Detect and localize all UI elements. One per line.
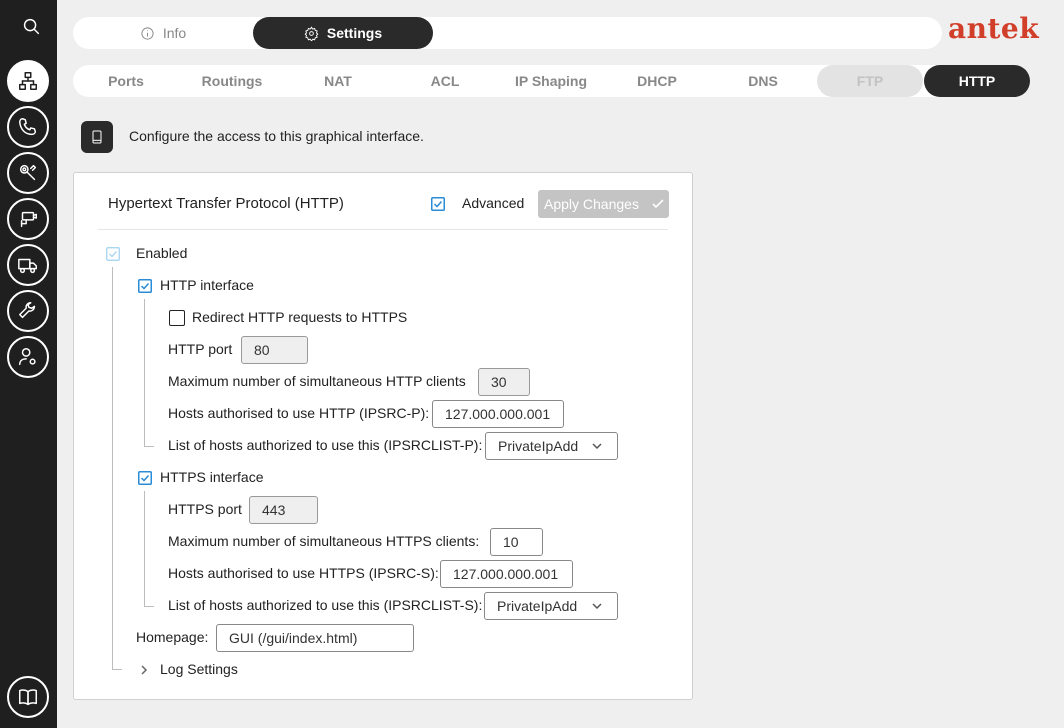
sidebar-item-wrench[interactable]: [7, 290, 49, 332]
tree-line: [144, 446, 154, 447]
subtab-routings[interactable]: Routings: [179, 65, 285, 97]
subtab-http[interactable]: HTTP: [924, 65, 1030, 97]
redirect-https-checkbox[interactable]: [169, 310, 185, 326]
https-interface-label: HTTPS interface: [160, 469, 264, 485]
panel-title: Hypertext Transfer Protocol (HTTP): [108, 195, 344, 212]
subtab-bar: Ports Routings NAT ACL IP Shaping DHCP D…: [73, 65, 1030, 97]
camera-icon: [20, 211, 37, 228]
chevron-down-icon: [592, 603, 602, 610]
enabled-checkbox[interactable]: [106, 247, 120, 261]
book-icon: [19, 689, 37, 706]
http-hosts-list-select[interactable]: PrivateIpAdd: [485, 432, 618, 460]
subtab-dns[interactable]: DNS: [710, 65, 816, 97]
top-nav: Info Settings: [73, 17, 942, 49]
sidebar-item-network[interactable]: [7, 60, 49, 102]
sidebar-item-tools[interactable]: [7, 152, 49, 194]
subtab-acl[interactable]: ACL: [392, 65, 498, 97]
http-hosts-label: Hosts authorised to use HTTP (IPSRC-P):: [168, 405, 430, 421]
sidebar-item-user-settings[interactable]: [7, 336, 49, 378]
tools-icon: [19, 164, 37, 181]
tree-line: [112, 669, 122, 670]
tree-line: [144, 491, 145, 606]
https-max-clients-label: Maximum number of simultaneous HTTPS cli…: [168, 533, 480, 549]
tree-line: [144, 299, 145, 446]
tab-settings[interactable]: Settings: [253, 17, 433, 49]
https-hosts-label: Hosts authorised to use HTTPS (IPSRC-S):: [168, 565, 439, 581]
http-hosts-list-value: PrivateIpAdd: [498, 438, 579, 454]
chevron-right-icon[interactable]: [138, 663, 150, 675]
page-description: Configure the access to this graphical i…: [129, 128, 424, 144]
subtab-ftp[interactable]: FTP: [817, 65, 923, 97]
advanced-label: Advanced: [462, 195, 525, 211]
tree-line: [112, 267, 113, 669]
homepage-label: Homepage:: [136, 629, 209, 645]
http-hosts-list-label: List of hosts authorized to use this (IP…: [168, 437, 483, 453]
document-icon: [92, 130, 102, 144]
user-settings-icon: [19, 348, 36, 366]
http-port-label: HTTP port: [168, 341, 233, 357]
info-icon: [141, 26, 154, 40]
truck-icon: [18, 258, 37, 274]
gear-icon: [304, 25, 319, 41]
checkbox-checked-icon: [106, 247, 120, 261]
subtab-nat[interactable]: NAT: [285, 65, 391, 97]
https-hosts-list-value: PrivateIpAdd: [497, 598, 578, 614]
subtab-ports[interactable]: Ports: [73, 65, 179, 97]
https-hosts-field[interactable]: 127.000.000.001: [440, 560, 573, 588]
phone-icon: [19, 118, 37, 136]
chevron-down-icon: [592, 443, 602, 450]
tab-info-label: Info: [162, 25, 187, 41]
https-hosts-list-select[interactable]: PrivateIpAdd: [484, 592, 618, 620]
check-icon: [652, 199, 664, 209]
brand-logo: antek: [948, 12, 1040, 45]
https-max-clients-field[interactable]: 10: [490, 528, 543, 556]
redirect-https-label: Redirect HTTP requests to HTTPS: [192, 309, 408, 325]
advanced-checkbox[interactable]: [431, 197, 445, 211]
apply-changes-button[interactable]: Apply Changes: [538, 190, 669, 218]
enabled-label: Enabled: [136, 245, 188, 261]
sidebar: [0, 0, 57, 728]
http-max-clients-label: Maximum number of simultaneous HTTP clie…: [168, 373, 466, 389]
https-port-label: HTTPS port: [168, 501, 242, 517]
checkbox-checked-icon: [138, 471, 152, 485]
https-hosts-list-label: List of hosts authorized to use this (IP…: [168, 597, 483, 613]
http-port-field[interactable]: 80: [241, 336, 308, 364]
log-settings-toggle[interactable]: Log Settings: [160, 661, 238, 677]
tab-settings-label: Settings: [326, 25, 383, 41]
http-max-clients-field[interactable]: 30: [478, 368, 530, 396]
http-hosts-field[interactable]: 127.000.000.001: [432, 400, 564, 428]
panel-divider: [98, 229, 668, 230]
tab-info[interactable]: Info: [73, 17, 253, 49]
http-interface-checkbox[interactable]: [138, 279, 152, 293]
https-interface-checkbox[interactable]: [138, 471, 152, 485]
checkbox-checked-icon: [138, 279, 152, 293]
homepage-field[interactable]: GUI (/gui/index.html): [216, 624, 414, 652]
http-interface-label: HTTP interface: [160, 277, 254, 293]
search-button[interactable]: [7, 4, 55, 48]
sidebar-item-docs[interactable]: [7, 676, 49, 718]
sidebar-item-phone[interactable]: [7, 106, 49, 148]
checkbox-checked-icon: [431, 197, 445, 211]
description-icon-box: [81, 121, 113, 153]
wrench-icon: [19, 302, 36, 319]
http-settings-panel: Hypertext Transfer Protocol (HTTP) Advan…: [73, 172, 693, 700]
tree-line: [144, 606, 154, 607]
network-icon: [19, 72, 37, 90]
sidebar-item-truck[interactable]: [7, 244, 49, 286]
subtab-dhcp[interactable]: DHCP: [604, 65, 710, 97]
subtab-ip-shaping[interactable]: IP Shaping: [498, 65, 604, 97]
apply-changes-label: Apply Changes: [544, 196, 639, 212]
search-icon: [23, 18, 40, 35]
https-port-field[interactable]: 443: [249, 496, 318, 524]
sidebar-item-camera[interactable]: [7, 198, 49, 240]
